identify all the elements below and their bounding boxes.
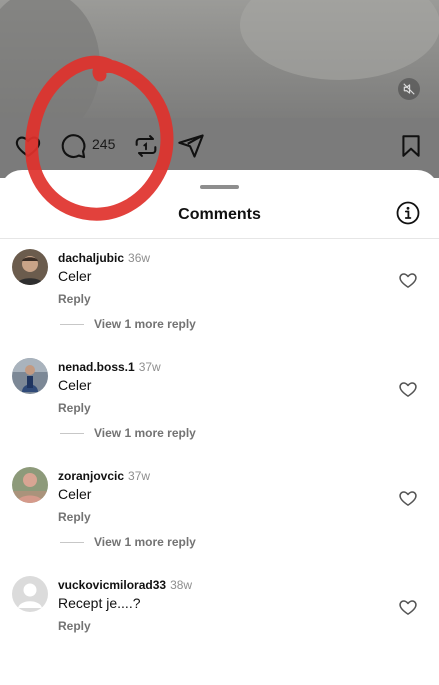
video-shape — [0, 0, 100, 118]
comments-sheet: Comments dachaljubic 36w Celer Reply View… — [0, 170, 439, 640]
sheet-title: Comments — [178, 206, 261, 223]
reply-button[interactable]: Reply — [58, 510, 91, 524]
avatar[interactable] — [12, 467, 48, 503]
view-more-replies[interactable]: View 1 more reply — [94, 426, 196, 440]
video-background[interactable] — [0, 0, 439, 118]
comment-time: 37w — [138, 360, 161, 374]
view-replies-line — [60, 433, 84, 434]
share-icon[interactable] — [177, 132, 205, 165]
divider — [0, 238, 439, 239]
comment-item: dachaljubic 36w Celer Reply View 1 more r… — [0, 249, 439, 358]
reply-button[interactable]: Reply — [58, 292, 91, 306]
comment-text: Recept je....? — [58, 595, 141, 611]
comment-username[interactable]: vuckovicmilorad33 — [58, 578, 166, 592]
view-replies-line — [60, 542, 84, 543]
reply-button[interactable]: Reply — [58, 401, 91, 415]
heart-icon[interactable] — [14, 132, 42, 165]
comment-time: 37w — [128, 469, 151, 483]
comment-meta: zoranjovcic 37w — [58, 469, 150, 483]
sheet-grabber[interactable] — [200, 185, 239, 189]
comment-meta: vuckovicmilorad33 38w — [58, 578, 192, 592]
view-more-replies[interactable]: View 1 more reply — [94, 535, 196, 549]
comment-item: zoranjovcic 37w Celer Reply View 1 more r… — [0, 467, 439, 576]
comment-text: Celer — [58, 377, 92, 393]
avatar[interactable] — [12, 249, 48, 285]
repost-icon[interactable] — [132, 132, 160, 165]
mute-icon[interactable] — [398, 78, 420, 100]
like-heart-icon[interactable] — [398, 379, 418, 399]
comment-time: 38w — [170, 578, 193, 592]
comment-text: Celer — [58, 268, 92, 284]
like-heart-icon[interactable] — [398, 597, 418, 617]
comment-text: Celer — [58, 486, 92, 502]
comment-meta: nenad.boss.1 37w — [58, 360, 161, 374]
info-icon[interactable] — [396, 201, 420, 225]
avatar[interactable] — [12, 358, 48, 394]
view-replies-line — [60, 324, 84, 325]
avatar[interactable] — [12, 576, 48, 612]
comment-item: nenad.boss.1 37w Celer Reply View 1 more … — [0, 358, 439, 467]
view-more-replies[interactable]: View 1 more reply — [94, 317, 196, 331]
post-action-bar — [0, 118, 439, 178]
comment-username[interactable]: nenad.boss.1 — [58, 360, 135, 374]
comment-time: 36w — [128, 251, 151, 265]
comment-username[interactable]: dachaljubic — [58, 251, 124, 265]
reply-button[interactable]: Reply — [58, 619, 91, 633]
bookmark-icon[interactable] — [398, 132, 424, 165]
comment-count: 245 — [92, 136, 116, 152]
like-heart-icon[interactable] — [398, 270, 418, 290]
like-heart-icon[interactable] — [398, 488, 418, 508]
comment-meta: dachaljubic 36w — [58, 251, 150, 265]
comment-username[interactable]: zoranjovcic — [58, 469, 124, 483]
comment-item: vuckovicmilorad33 38w Recept je....? Repl… — [0, 576, 439, 685]
video-shape — [240, 0, 439, 80]
comment-icon[interactable] — [59, 132, 87, 165]
